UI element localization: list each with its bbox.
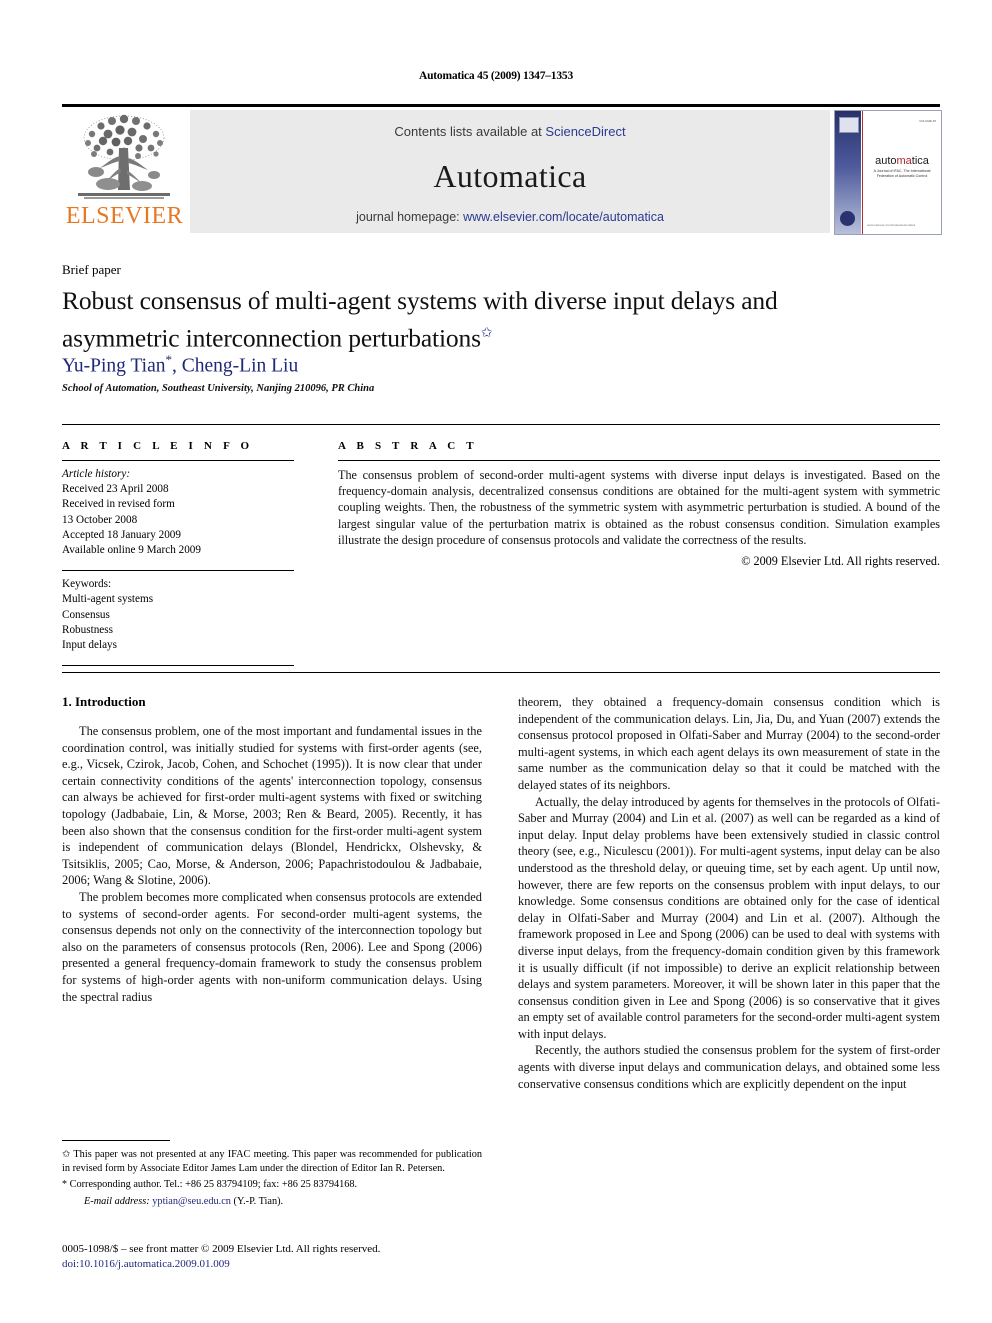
author-secondary[interactable]: , Cheng-Lin Liu (172, 356, 298, 377)
history-label: Article history: (62, 468, 131, 480)
elsevier-wordmark: ELSEVIER (65, 203, 184, 229)
cover-footer-url: www.elsevier.com/locate/automatica (867, 223, 916, 227)
keywords-label: Keywords: (62, 578, 112, 591)
abstract-column: A B S T R A C T The consensus problem of… (338, 440, 940, 569)
article-type-label: Brief paper (62, 262, 121, 277)
journal-cover-thumbnail: VOLUME 45 automatica A Journal of IFAC, … (834, 110, 942, 235)
history-item: Available online 9 March 2009 (62, 544, 201, 557)
abstract-copyright: © 2009 Elsevier Ltd. All rights reserved… (741, 554, 940, 569)
affiliation: School of Automation, Southeast Universi… (62, 383, 375, 394)
journal-masthead: ELSEVIER Contents lists available at Sci… (62, 104, 942, 235)
cover-subtitle: A Journal of IFAC, The International Fed… (873, 169, 931, 178)
paragraph: theorem, they obtained a frequency-domai… (518, 695, 940, 792)
abstract-heading: A B S T R A C T (338, 440, 478, 452)
keywords-block: Keywords: Multi-agent systems Consensus … (62, 577, 294, 653)
paper-page: Automatica 45 (2009) 1347–1353 ELSEVIER … (0, 0, 992, 1323)
footnote-corresponding: * Corresponding author. Tel.: +86 25 837… (62, 1178, 482, 1192)
body-left-column: 1. Introduction The consensus problem, o… (62, 694, 482, 1005)
paragraph: The consensus problem, one of the most i… (62, 724, 482, 888)
footnote-star-marker: ✩ (62, 1149, 71, 1160)
author-list: Yu-Ping Tian*, Cheng-Lin Liu (62, 352, 882, 378)
footnote-star: ✩ This paper was not presented at any IF… (62, 1148, 482, 1175)
contents-prefix: Contents lists available at (394, 124, 546, 139)
cover-red-rule (862, 111, 863, 234)
journal-title: Automatica (433, 158, 587, 194)
info-rule-2 (62, 570, 294, 572)
article-info-heading: A R T I C L E I N F O (62, 440, 254, 452)
info-rule-3 (62, 665, 294, 667)
footnote-separator (62, 1140, 170, 1141)
ifac-logo-icon (840, 211, 855, 226)
body-right-column: theorem, they obtained a frequency-domai… (518, 694, 940, 1092)
running-head: Automatica 45 (2009) 1347–1353 (418, 70, 574, 82)
keyword-item: Multi-agent systems (62, 593, 154, 606)
abstract-rule (338, 460, 940, 461)
footnote-star-text: This paper was not presented at any IFAC… (62, 1149, 483, 1174)
masthead-banner: Contents lists available at ScienceDirec… (190, 110, 830, 233)
paragraph: Recently, the authors studied the consen… (518, 1043, 940, 1091)
history-item: Accepted 18 January 2009 (62, 528, 181, 541)
footnote-corresponding-text: Corresponding author. Tel.: +86 25 83794… (69, 1179, 358, 1191)
elsevier-tree-icon (78, 114, 170, 199)
email-suffix: (Y.-P. Tian). (233, 1195, 284, 1207)
elsevier-logo: ELSEVIER (62, 110, 187, 233)
info-rule-1 (62, 460, 294, 461)
section-heading-introduction: 1. Introduction (62, 694, 146, 709)
email-link[interactable]: yptian@seu.edu.cn (152, 1196, 231, 1207)
keyword-item: Consensus (62, 608, 110, 621)
history-item: Received 23 April 2008 (62, 483, 169, 496)
article-info-column: A R T I C L E I N F O Article history: R… (62, 440, 294, 672)
doi-link[interactable]: doi:10.1016/j.automatica.2009.01.009 (62, 1257, 522, 1272)
footnotes-block: ✩ This paper was not presented at any IF… (62, 1148, 482, 1211)
cover-logo-icon (839, 117, 859, 133)
abstract-text: The consensus problem of second-order mu… (338, 468, 940, 547)
panel-top-rule (62, 424, 940, 425)
keyword-item: Input delays (62, 639, 117, 652)
cover-volume-label: VOLUME 45 (919, 119, 936, 123)
article-history: Article history: Received 23 April 2008 … (62, 467, 294, 558)
footnote-email: E-mail address: yptian@seu.edu.cn (Y.-P.… (62, 1195, 482, 1209)
homepage-prefix: journal homepage: (356, 210, 464, 224)
history-item: 13 October 2008 (62, 513, 138, 526)
panel-bottom-rule (62, 672, 940, 673)
history-item: Received in revised form (62, 498, 175, 511)
imprint-block: 0005-1098/$ – see front matter © 2009 El… (62, 1242, 522, 1271)
author-primary[interactable]: Yu-Ping Tian (62, 356, 166, 377)
paragraph: Actually, the delay introduced by agents… (518, 794, 940, 1041)
keyword-item: Robustness (62, 623, 113, 636)
sciencedirect-link[interactable]: ScienceDirect (545, 124, 625, 139)
cover-title: automatica (875, 155, 929, 167)
journal-homepage-link[interactable]: www.elsevier.com/locate/automatica (463, 210, 664, 224)
title-footnote-marker[interactable]: ✩ (481, 326, 493, 341)
paragraph: The problem becomes more complicated whe… (62, 889, 482, 1004)
contents-available-line: Contents lists available at ScienceDirec… (190, 124, 830, 139)
article-title-text: Robust consensus of multi-agent systems … (62, 286, 778, 353)
footnote-corresponding-marker: * (62, 1179, 67, 1191)
journal-homepage-line: journal homepage: www.elsevier.com/locat… (190, 210, 830, 224)
page-title: Robust consensus of multi-agent systems … (62, 284, 882, 355)
email-label: E-mail address: (84, 1195, 150, 1207)
issn-copyright-line: 0005-1098/$ – see front matter © 2009 El… (62, 1243, 381, 1255)
